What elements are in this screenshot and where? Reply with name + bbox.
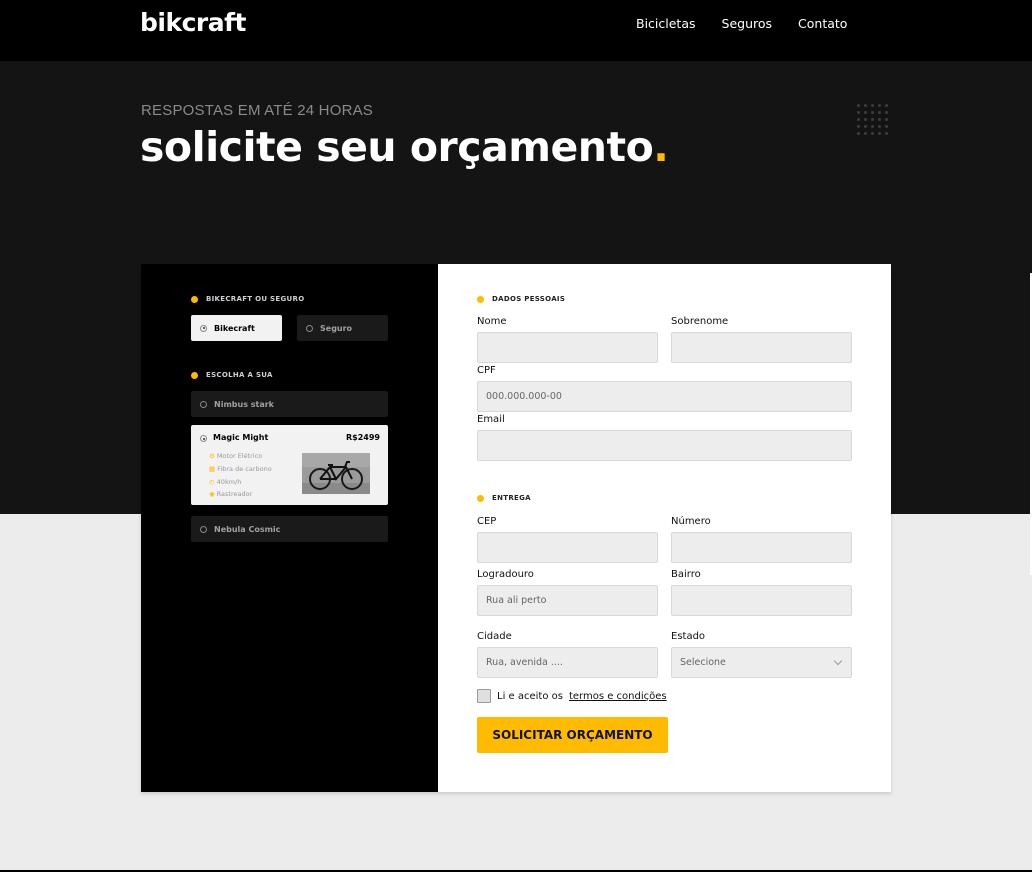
- quote-form-card: BIKECRAFT OU SEGURO Bikecraft Seguro ESC…: [141, 264, 891, 792]
- bairro-input[interactable]: [671, 585, 852, 616]
- personal-data-form: DADOS PESSOAIS Nome Sobrenome CPF 000.00…: [438, 264, 891, 792]
- page-title: solicite seu orçamento.: [140, 123, 669, 171]
- option-bikecraft[interactable]: Bikecraft: [191, 315, 282, 341]
- bikcraft-logo[interactable]: bikcraft: [140, 8, 246, 37]
- email-label: Email: [477, 414, 505, 425]
- option-seguro[interactable]: Seguro: [297, 315, 388, 341]
- nav-link-contato[interactable]: Contato: [798, 16, 847, 31]
- yellow-dot-icon: [191, 371, 198, 379]
- feature-item: ⚙ Motor Elétrico: [209, 452, 263, 460]
- cidade-input[interactable]: Rua, avenida ....: [477, 647, 658, 678]
- nome-label: Nome: [477, 316, 507, 327]
- tracker-icon: ◉: [209, 490, 215, 499]
- terms-link[interactable]: termos e condições: [569, 691, 667, 702]
- numero-label: Número: [671, 516, 711, 527]
- email-input[interactable]: [477, 430, 852, 461]
- carbon-icon: ▦: [209, 464, 216, 473]
- radio-selected-icon: [200, 435, 207, 442]
- product-selection-panel: BIKECRAFT OU SEGURO Bikecraft Seguro ESC…: [141, 264, 438, 792]
- radio-icon: [306, 324, 313, 332]
- main-nav: Bicicletas Seguros Contato: [636, 16, 847, 31]
- cep-input[interactable]: [477, 532, 658, 563]
- radio-selected-icon: [200, 324, 207, 332]
- bike-photo: [302, 453, 370, 494]
- cpf-input[interactable]: 000.000.000-00: [477, 381, 852, 412]
- nome-input[interactable]: [477, 332, 658, 363]
- feature-item: ◴ 40km/h: [209, 477, 242, 486]
- terms-row: Li e aceito os termos e condições: [477, 689, 667, 703]
- cidade-label: Cidade: [477, 631, 512, 642]
- submit-quote-button[interactable]: SOLICITAR ORÇAMENTO: [477, 717, 668, 753]
- sobrenome-label: Sobrenome: [671, 316, 729, 327]
- bike-name: Magic Might: [213, 433, 269, 442]
- hero-kicker: RESPOSTAS EM ATÉ 24 HORAS: [141, 102, 374, 119]
- radio-icon: [200, 400, 207, 408]
- feature-item: ◉ Rastreador: [209, 490, 253, 499]
- logradouro-label: Logradouro: [477, 569, 534, 580]
- numero-input[interactable]: [671, 532, 852, 563]
- feature-item: ▦ Fibra de carbono: [209, 464, 272, 473]
- title-accent-dot: .: [653, 123, 669, 171]
- estado-selected-value: Selecione: [680, 657, 726, 668]
- yellow-dot-icon: [191, 295, 198, 303]
- logradouro-input[interactable]: Rua ali perto: [477, 585, 658, 616]
- nav-link-seguros[interactable]: Seguros: [722, 16, 773, 31]
- bairro-label: Bairro: [671, 569, 701, 580]
- top-navigation-bar: bikcraft Bicicletas Seguros Contato: [0, 0, 1032, 61]
- dot-pattern-decoration: [857, 104, 895, 140]
- speed-icon: ◴: [209, 477, 215, 486]
- section-title-dados-pessoais: DADOS PESSOAIS: [477, 295, 565, 303]
- section-title-entrega: ENTREGA: [477, 494, 531, 502]
- chevron-down-icon: [833, 656, 843, 666]
- bike-option-magic-might[interactable]: Magic Might R$2499 ⚙ Motor Elétrico ▦ Fibr…: [191, 425, 388, 505]
- cpf-label: CPF: [477, 365, 496, 376]
- nav-link-bicicletas[interactable]: Bicicletas: [636, 16, 696, 31]
- cep-label: CEP: [477, 516, 497, 527]
- page-title-text: solicite seu orçamento: [140, 123, 654, 171]
- bike-option-nebula-cosmic[interactable]: Nebula Cosmic: [191, 516, 388, 542]
- bike-features-list: ⚙ Motor Elétrico ▦ Fibra de carbono ◴ 40km/…: [209, 450, 272, 501]
- section-title-escolha-a-sua: ESCOLHA A SUA: [191, 371, 273, 379]
- estado-label: Estado: [671, 631, 706, 642]
- bike-price: R$2499: [346, 433, 380, 442]
- bike-option-nimbus-stark[interactable]: Nimbus stark: [191, 391, 388, 417]
- radio-icon: [200, 525, 207, 533]
- sobrenome-input[interactable]: [671, 332, 852, 363]
- estado-select[interactable]: Selecione: [671, 647, 852, 678]
- yellow-dot-icon: [477, 494, 484, 502]
- engine-icon: ⚙: [209, 452, 215, 460]
- terms-checkbox[interactable]: [477, 689, 491, 703]
- section-title-bikecraft-ou-seguro: BIKECRAFT OU SEGURO: [191, 295, 304, 303]
- terms-prefix: Li e aceito os: [497, 690, 563, 702]
- yellow-dot-icon: [477, 295, 484, 303]
